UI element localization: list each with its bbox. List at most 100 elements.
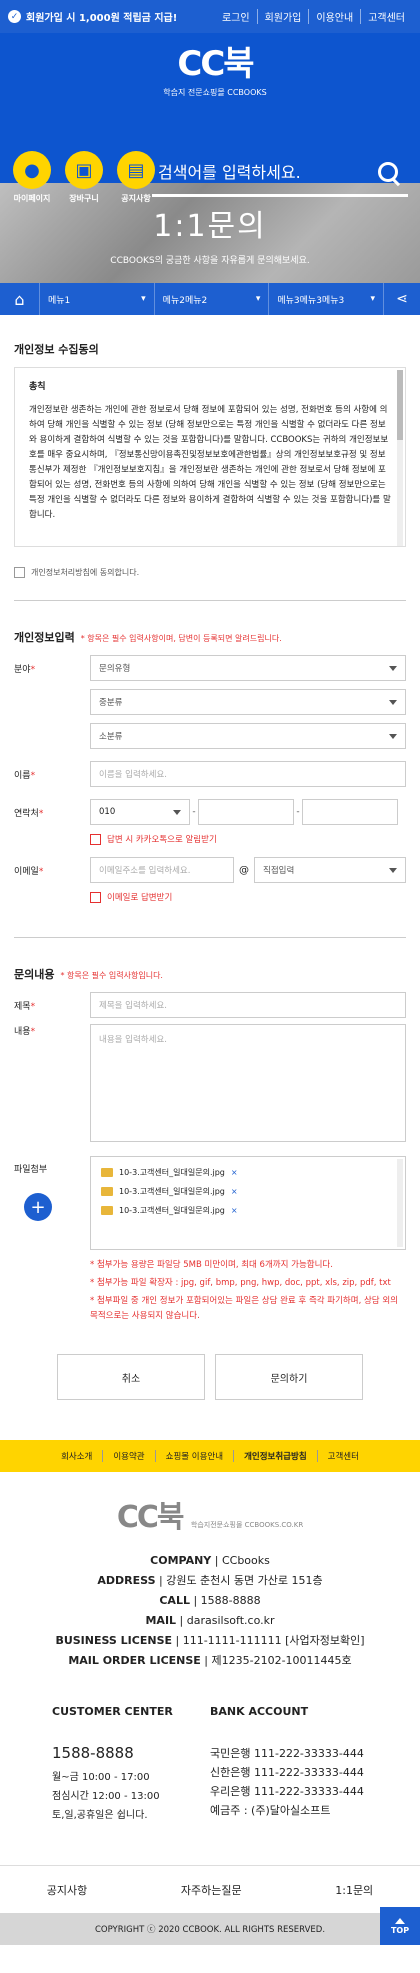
search-input[interactable] <box>158 163 358 182</box>
footer-link[interactable]: 개인정보취급방침 <box>233 1450 317 1462</box>
footer-link[interactable]: 회사소개 <box>51 1450 102 1462</box>
share-icon[interactable]: ⋖ <box>384 291 420 307</box>
copyright-bar: COPYRIGHT ⓒ 2020 CCBOOK. ALL RIGHTS RESE… <box>0 1907 420 1945</box>
chevron-down-icon: ▾ <box>255 294 261 304</box>
cs-hours: 점심시간 12:00 - 13:00 <box>52 1791 160 1802</box>
attach-notes: * 첨부가능 용량은 파일당 5MB 미만이며, 최대 6개까지 가능합니다. … <box>90 1258 406 1324</box>
login-link[interactable]: 로그인 <box>215 9 257 24</box>
email-domain-select[interactable]: 직접입력 <box>254 857 406 883</box>
scrollbar[interactable] <box>397 1159 403 1247</box>
category-select-3[interactable]: 소분류 <box>90 723 406 749</box>
agree-checkbox[interactable] <box>14 567 25 578</box>
dash: - <box>192 807 196 817</box>
agree-label: 개인정보처리방침에 동의합니다. <box>31 568 140 577</box>
submit-button[interactable]: 문의하기 <box>215 1354 363 1400</box>
name-label: 이름* <box>14 768 90 781</box>
bottom-link-inquiry[interactable]: 1:1문의 <box>335 1882 373 1898</box>
privacy-agree[interactable]: 개인정보처리방침에 동의합니다. <box>14 567 406 578</box>
bank-title: BANK ACCOUNT <box>210 1705 309 1718</box>
cart-label: 장바구니 <box>69 194 99 203</box>
menu-dropdown-3[interactable]: 메뉴3메뉴3메뉴3 ▾ <box>269 283 385 315</box>
dash: - <box>296 807 300 817</box>
category-label-text: 분야 <box>14 664 31 675</box>
terms-box[interactable]: 총칙 개인정보란 생존하는 개인에 관한 정보로서 당해 정보에 포함되어 있는… <box>14 367 406 547</box>
phone-prefix-select[interactable]: 010 <box>90 799 190 825</box>
bank-line: 예금주 : (주)달아실소프트 <box>210 1804 331 1817</box>
personal-section: 개인정보입력 * 항목은 필수 입력사항이며, 답변이 등록되면 알려드립니다. … <box>0 601 420 903</box>
footer-columns: CUSTOMER CENTER 1588-8888 월~금 10:00 - 17… <box>0 1705 420 1825</box>
section-title: 개인정보입력 * 항목은 필수 입력사항이며, 답변이 등록되면 알려드립니다. <box>14 629 406 645</box>
footer-nav: 회사소개 이용약관 쇼핑몰 이용안내 개인정보취급방침 고객센터 <box>0 1440 420 1472</box>
email-reply-label: 이메일로 답변받기 <box>107 893 173 903</box>
footer-link[interactable]: 고객센터 <box>316 1450 369 1462</box>
line-value: 강원도 춘천시 동면 가산로 151층 <box>166 1574 323 1587</box>
category-select-1[interactable]: 문의유형 <box>90 655 406 681</box>
phone-last-input[interactable] <box>302 799 398 825</box>
required-star: * <box>38 808 44 819</box>
email-reply-option[interactable]: 이메일로 답변받기 <box>90 891 406 903</box>
line-value: CCbooks <box>221 1554 270 1567</box>
email-input[interactable]: 이메일주소를 입력하세요. <box>90 857 234 883</box>
footer-logo-mark: CC북 <box>116 1500 185 1535</box>
cs-hours: 월~금 10:00 - 17:00 <box>52 1772 150 1783</box>
section-title: 개인정보 수집동의 <box>14 343 99 356</box>
company-line: MAIL | darasilsoft.co.kr <box>145 1614 275 1627</box>
guide-link[interactable]: 이용안내 <box>308 9 360 24</box>
category-select-2[interactable]: 중분류 <box>90 689 406 715</box>
footer-link[interactable]: 쇼핑몰 이용안내 <box>154 1450 233 1462</box>
mypage-button[interactable]: ● 마이페이지 <box>10 151 54 204</box>
name-row: 이름* 이름을 입력하세요. <box>14 761 406 787</box>
content-textarea[interactable]: 내용을 입력하세요. <box>90 1024 406 1142</box>
add-file-button[interactable]: + <box>24 1193 52 1221</box>
line-value: 111-1111-111111 [사업자정보확인] <box>182 1634 365 1647</box>
bottom-link-notice[interactable]: 공지사항 <box>47 1882 87 1898</box>
person-icon: ● <box>13 151 51 189</box>
email-reply-checkbox[interactable] <box>90 891 101 903</box>
cs-phone[interactable]: 1588-8888 <box>52 1744 210 1762</box>
search-icon[interactable] <box>376 160 402 186</box>
menu-dropdown-2[interactable]: 메뉴2메뉴2 ▾ <box>155 283 270 315</box>
remove-icon[interactable]: × <box>231 1187 238 1196</box>
sms-option[interactable]: 답변 시 카카오톡으로 알림받기 <box>90 833 406 845</box>
promo-banner[interactable]: ✓ 회원가입 시 1,000원 적립금 지급! <box>8 9 177 24</box>
chevron-down-icon <box>389 867 397 873</box>
file-name: 10-3.고객센터_일대일문의.jpg <box>119 1168 225 1177</box>
line-key: BUSINESS LICENSE <box>55 1634 173 1647</box>
remove-icon[interactable]: × <box>231 1206 238 1215</box>
file-name: 10-3.고객센터_일대일문의.jpg <box>119 1206 225 1215</box>
cancel-button[interactable]: 취소 <box>57 1354 205 1400</box>
phone-middle-input[interactable] <box>198 799 294 825</box>
footer-link[interactable]: 이용약관 <box>102 1450 154 1462</box>
cs-title: CUSTOMER CENTER <box>52 1705 173 1718</box>
menu-label: 메뉴1 <box>48 295 71 306</box>
footer-logo-sub: 학습지전문쇼핑몰 CCBOOKS.CO.KR <box>190 1521 304 1529</box>
line-key: CALL <box>159 1594 190 1607</box>
subject-input[interactable]: 제목을 입력하세요. <box>90 992 406 1018</box>
signup-link[interactable]: 회원가입 <box>256 9 309 24</box>
cart-button[interactable]: ▣ 장바구니 <box>62 151 106 204</box>
scrollbar[interactable] <box>397 370 403 546</box>
form-buttons: 취소 문의하기 <box>14 1354 406 1400</box>
customer-center: CUSTOMER CENTER 1588-8888 월~금 10:00 - 17… <box>52 1705 210 1825</box>
site-logo[interactable]: CC북 학습지 전문쇼핑몰 CCBOOKS <box>160 43 270 103</box>
content-label: 내용* <box>14 1024 90 1037</box>
top-links: 로그인 회원가입 이용안내 고객센터 <box>215 9 412 24</box>
chevron-down-icon <box>389 733 397 739</box>
line-key: ADDRESS <box>97 1574 156 1587</box>
remove-icon[interactable]: × <box>231 1168 238 1177</box>
scroll-top-button[interactable]: TOP <box>380 1907 420 1945</box>
bottom-link-faq[interactable]: 자주하는질문 <box>181 1882 242 1898</box>
home-icon[interactable]: ⌂ <box>0 283 40 315</box>
required-star: * <box>38 866 44 877</box>
logo-mark: CC북 <box>177 44 254 84</box>
menu-dropdown-1[interactable]: 메뉴1 ▾ <box>40 283 155 315</box>
basket-icon: ▣ <box>65 151 103 189</box>
customer-center-link[interactable]: 고객센터 <box>360 9 412 24</box>
page-subtitle: CCBOOKS의 궁금한 사항을 자유롭게 문의해보세요. <box>110 255 310 266</box>
category-row: 분야* 문의유형 <box>14 655 406 681</box>
name-input[interactable]: 이름을 입력하세요. <box>90 761 406 787</box>
sms-checkbox[interactable] <box>90 833 101 845</box>
bank-account: BANK ACCOUNT 국민은행 111-222-33333-444 신한은행… <box>210 1705 368 1825</box>
line-key: MAIL ORDER LICENSE <box>68 1654 201 1667</box>
file-list: 10-3.고객센터_일대일문의.jpg × 10-3.고객센터_일대일문의.jpg… <box>90 1156 406 1250</box>
